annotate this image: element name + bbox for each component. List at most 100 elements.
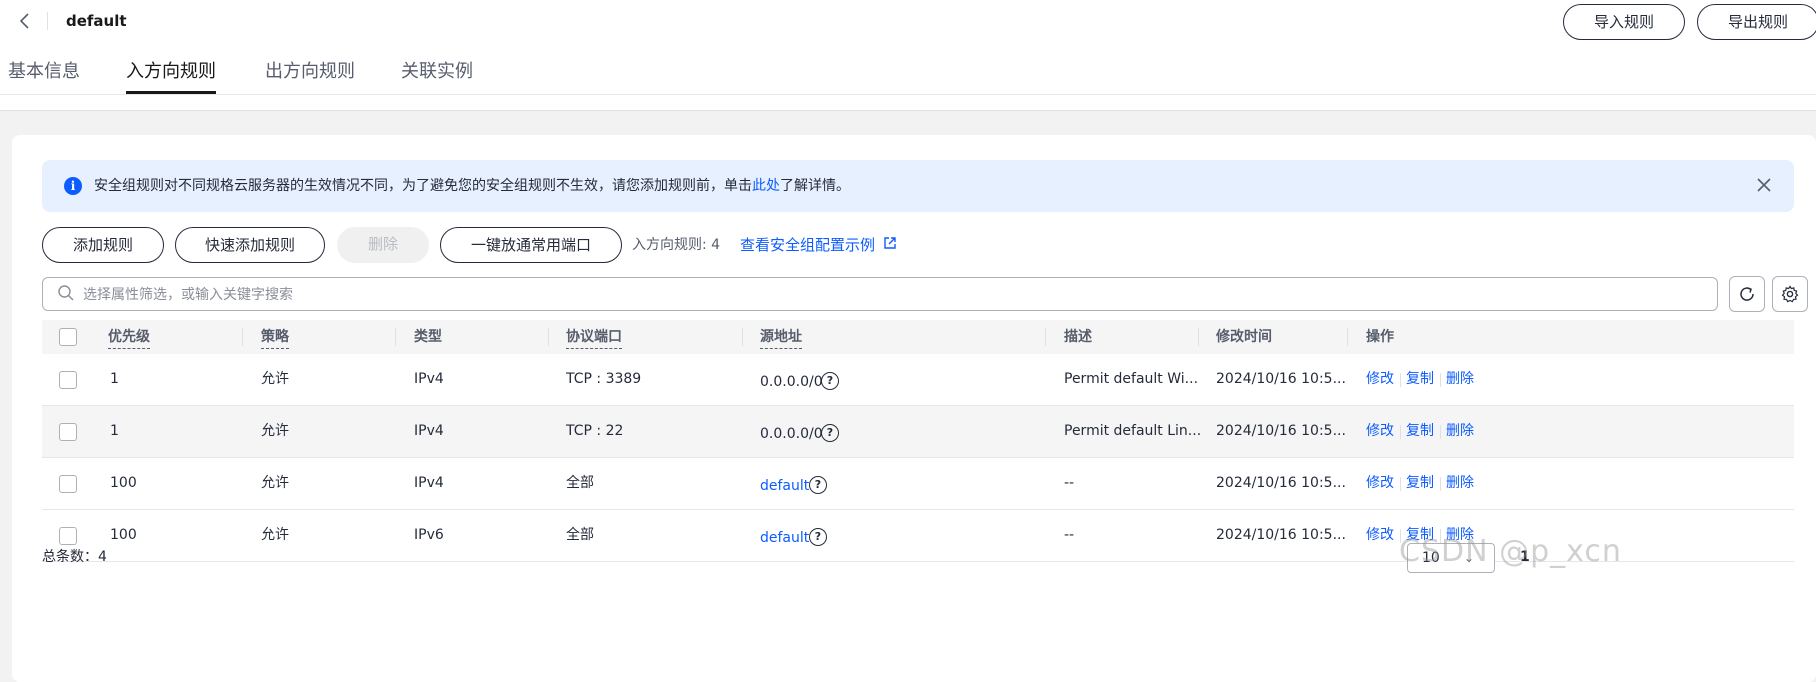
cell-policy: 允许 [261,527,289,543]
cell-priority: 100 [110,527,137,543]
cell-type: IPv4 [414,475,444,491]
tab-inbound-rules[interactable]: 入方向规则 [126,60,216,84]
table-row: 100 允许 IPv4 全部 default ? -- 2024/10/16 1… [42,458,1794,510]
search-bar[interactable] [42,277,1718,311]
help-icon[interactable]: ? [809,476,827,494]
tab-basic-info[interactable]: 基本信息 [8,60,80,84]
active-tab-indicator [126,91,216,94]
column-divider [1198,328,1199,346]
cell-policy: 允许 [261,475,289,491]
external-link-icon [883,234,897,256]
cell-type: IPv4 [414,423,444,439]
tab-bar: 基本信息 入方向规则 出方向规则 关联实例 [0,52,1816,95]
notice-text-before: 安全组规则对不同规格云服务器的生效情况不同，为了避免您的安全组规则不生效，请您添… [94,178,752,194]
table-header: 优先级 策略 类型 协议端口 源地址 描述 修改时间 操作 [42,320,1794,354]
open-common-ports-button[interactable]: 一键放通常用端口 [440,227,622,263]
cell-protocol-port: 全部 [566,475,594,491]
security-group-name: default [66,12,127,30]
notice-details-link[interactable]: 此处 [752,178,780,194]
notice-text-after: 了解详情。 [780,178,850,194]
cell-priority: 100 [110,475,137,491]
column-source[interactable]: 源地址 [760,327,802,349]
cell-type: IPv6 [414,527,444,543]
info-icon: i [64,177,82,195]
close-icon[interactable] [1756,173,1772,199]
cell-source: 0.0.0.0/0 [760,374,823,390]
column-divider [1347,328,1348,346]
config-example-link[interactable]: 查看安全组配置示例 [740,234,897,256]
column-divider [742,328,743,346]
select-all-checkbox[interactable] [59,328,77,346]
search-input[interactable] [81,283,1685,307]
delete-link[interactable]: 删除 [1446,369,1474,389]
cell-modified-time: 2024/10/16 10:5... [1216,527,1346,543]
import-rules-button[interactable]: 导入规则 [1563,4,1685,40]
cell-description: -- [1064,475,1075,491]
refresh-icon [1740,287,1754,301]
row-checkbox[interactable] [59,527,77,545]
watermark: CSDN @p_xcn [1399,534,1622,569]
copy-link[interactable]: 复制 [1406,473,1434,493]
export-rules-button[interactable]: 导出规则 [1697,4,1816,40]
row-checkbox[interactable] [59,371,77,389]
column-divider [1045,328,1046,346]
config-example-link-label: 查看安全组配置示例 [740,236,876,254]
quick-add-rule-button[interactable]: 快速添加规则 [175,227,325,263]
cell-source-link[interactable]: default [760,528,809,548]
row-checkbox[interactable] [59,423,77,441]
gear-icon [1781,285,1799,303]
column-divider [548,328,549,346]
column-description: 描述 [1064,329,1092,345]
action-divider [1400,373,1401,387]
settings-button[interactable] [1772,276,1808,312]
action-divider [1440,477,1441,491]
column-modified-time: 修改时间 [1216,329,1272,345]
cell-policy: 允许 [261,371,289,387]
column-policy[interactable]: 策略 [261,327,289,349]
help-icon[interactable]: ? [809,528,827,546]
info-notice: i 安全组规则对不同规格云服务器的生效情况不同，为了避免您的安全组规则不生效，请… [42,160,1794,212]
table-row: 1 允许 IPv4 TCP : 3389 0.0.0.0/0 ? Permit … [42,354,1794,406]
copy-link[interactable]: 复制 [1406,421,1434,441]
column-protocol-port[interactable]: 协议端口 [566,327,622,349]
column-divider [242,328,243,346]
cell-description: Permit default Wi... [1064,371,1199,387]
notice-text: 安全组规则对不同规格云服务器的生效情况不同，为了避免您的安全组规则不生效，请您添… [94,175,850,197]
cell-priority: 1 [110,371,119,387]
cell-priority: 1 [110,423,119,439]
cell-modified-time: 2024/10/16 10:5... [1216,475,1346,491]
action-divider [1440,425,1441,439]
delete-link[interactable]: 删除 [1446,421,1474,441]
row-checkbox[interactable] [59,475,77,493]
chevron-left-icon[interactable] [14,10,36,32]
column-divider [395,328,396,346]
edit-link[interactable]: 修改 [1366,421,1394,441]
inbound-rule-count: 入方向规则: 4 [632,237,721,253]
tab-outbound-rules[interactable]: 出方向规则 [265,60,355,84]
edit-link[interactable]: 修改 [1366,473,1394,493]
copy-link[interactable]: 复制 [1406,369,1434,389]
cell-protocol-port: 全部 [566,527,594,543]
refresh-button[interactable] [1729,276,1765,312]
help-icon[interactable]: ? [821,372,839,390]
total-count: 总条数：4 [42,549,107,565]
column-priority[interactable]: 优先级 [108,327,150,349]
delete-link[interactable]: 删除 [1446,473,1474,493]
cell-type: IPv4 [414,371,444,387]
delete-button[interactable]: 删除 [337,227,429,263]
column-type: 类型 [414,329,442,345]
cell-description: -- [1064,527,1075,543]
cell-modified-time: 2024/10/16 10:5... [1216,423,1346,439]
edit-link[interactable]: 修改 [1366,525,1394,545]
add-rule-button[interactable]: 添加规则 [42,227,164,263]
edit-link[interactable]: 修改 [1366,369,1394,389]
cell-source-link[interactable]: default [760,476,809,496]
action-divider [1400,425,1401,439]
cell-policy: 允许 [261,423,289,439]
cell-source: 0.0.0.0/0 [760,426,823,442]
tab-associated-instances[interactable]: 关联实例 [401,60,473,84]
cell-protocol-port: TCP : 22 [566,423,624,439]
search-icon [58,285,74,301]
cell-protocol-port: TCP : 3389 [566,371,642,387]
help-icon[interactable]: ? [821,424,839,442]
